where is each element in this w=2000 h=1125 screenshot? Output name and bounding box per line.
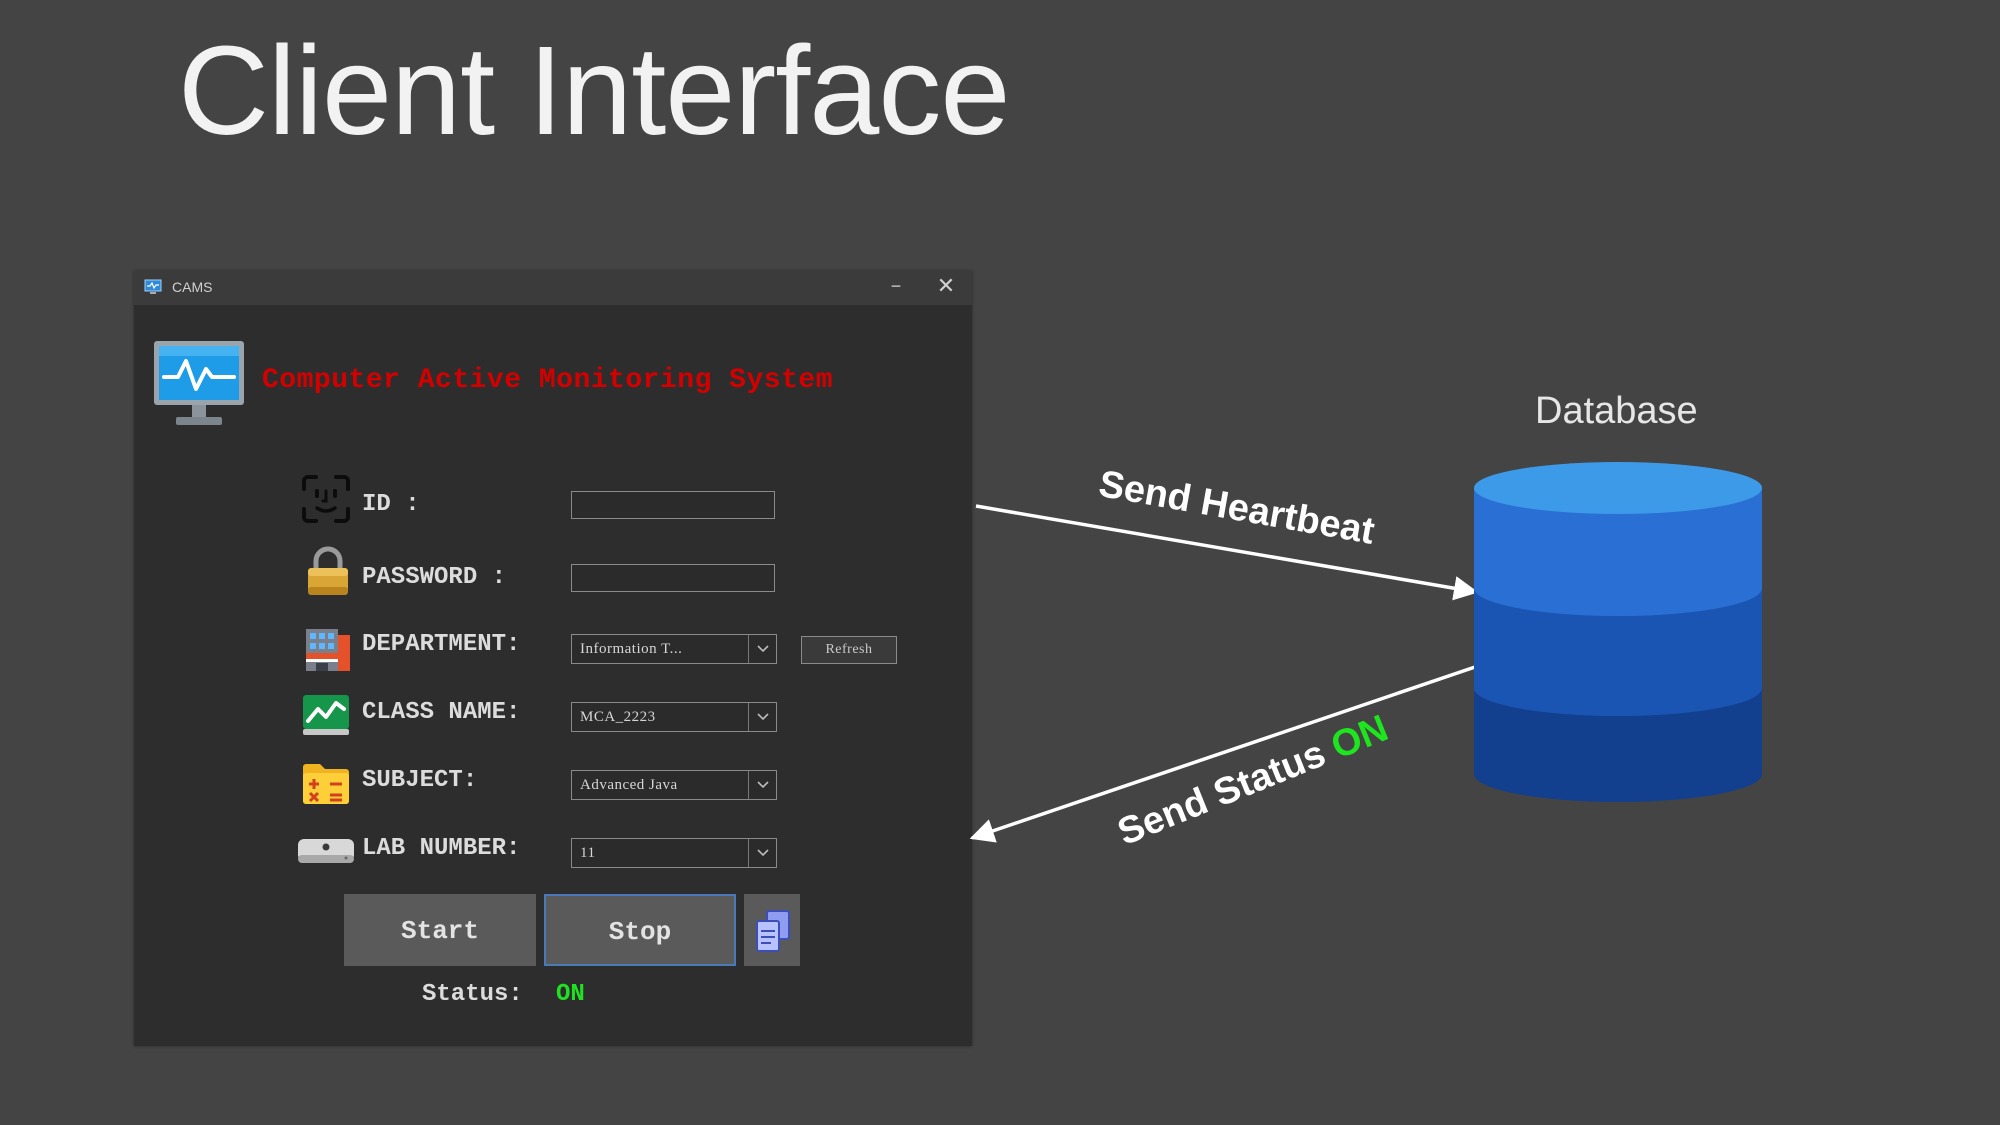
flow-diagram [969,462,1762,843]
database-icon [1474,462,1762,802]
database-label: Database [1535,390,1698,432]
